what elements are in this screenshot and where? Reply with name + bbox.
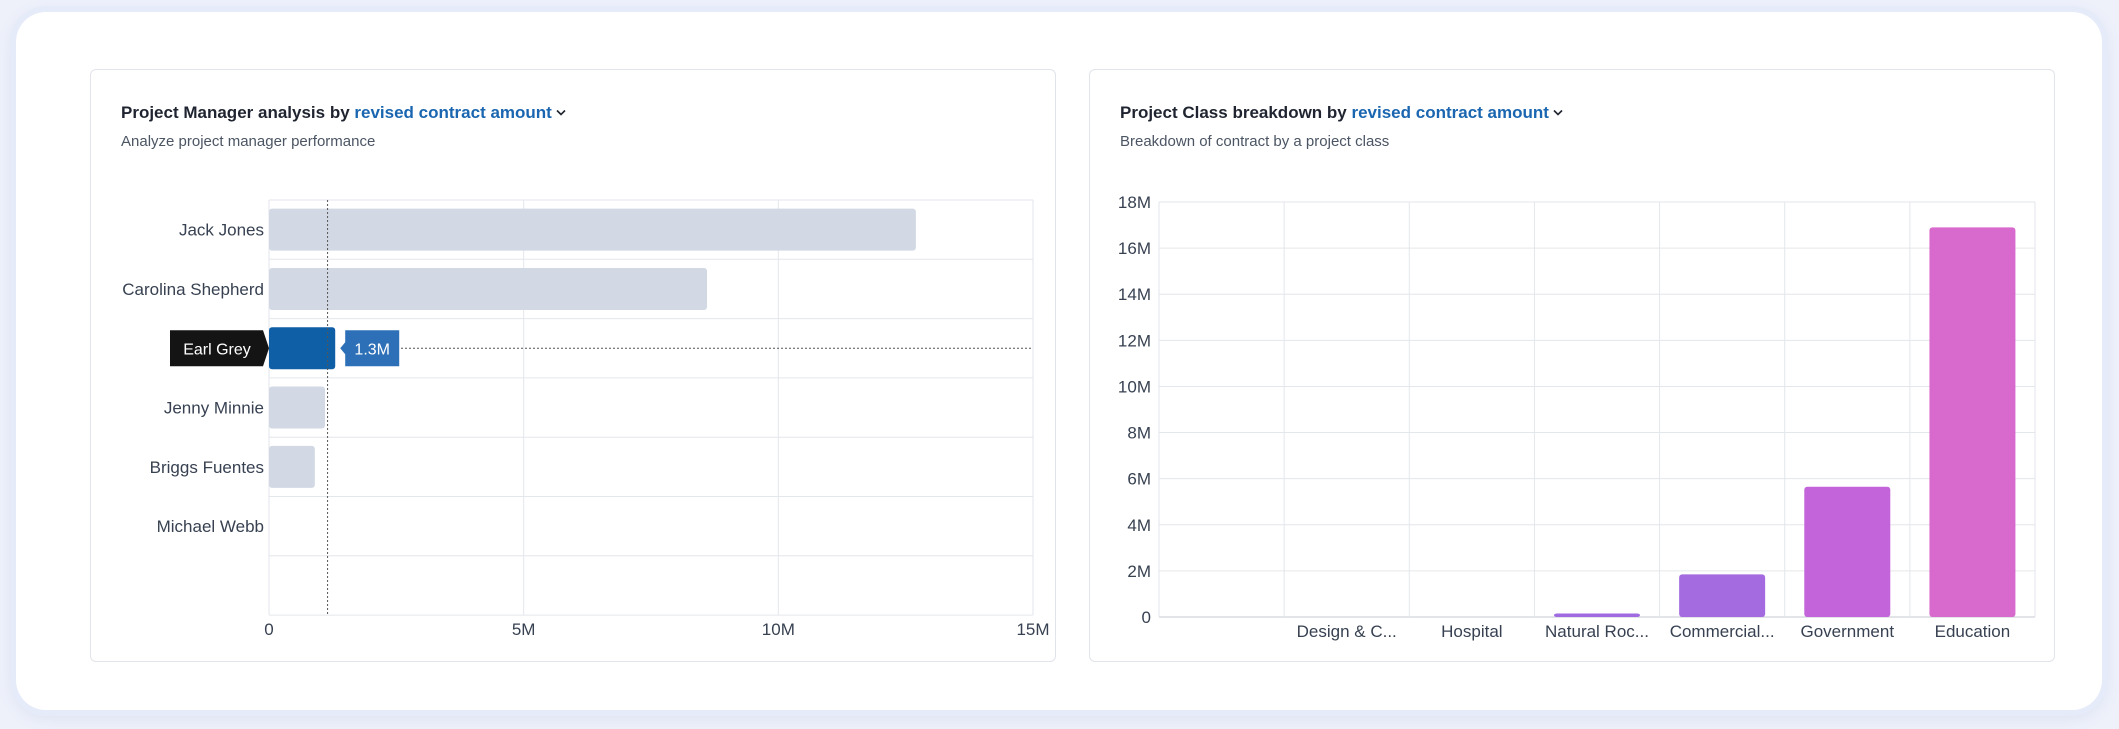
category-label: Jack Jones <box>179 221 264 240</box>
y-tick-label: 12M <box>1118 331 1151 350</box>
category-tooltip-label: Earl Grey <box>183 341 251 358</box>
category-label: Michael Webb <box>157 517 264 536</box>
y-tick-label: 6M <box>1127 470 1151 489</box>
category-label: Jenny Minnie <box>164 399 264 418</box>
project-class-bar-chart: 0 2M 4M 6M 8M 10M 12M 14M 16M 18M Design & C... Hos… <box>1118 193 2036 641</box>
category-label: Briggs Fuentes <box>150 458 264 477</box>
y-tick-label: 18M <box>1118 193 1151 212</box>
x-tick-label: 15M <box>1016 620 1049 639</box>
category-label: Carolina Shepherd <box>122 280 264 299</box>
dashboard-panel: Project Manager analysis by revised cont… <box>16 12 2102 710</box>
value-tooltip-label: 1.3M <box>354 341 390 358</box>
x-tick-label: Design & C... <box>1297 622 1397 641</box>
x-tick-label: Government <box>1801 622 1895 641</box>
bar <box>1929 227 2016 617</box>
y-tick-label: 8M <box>1127 424 1151 443</box>
bar <box>269 267 708 310</box>
y-tick-label: 14M <box>1118 285 1151 304</box>
y-tick-label: 16M <box>1118 239 1151 258</box>
project-class-card: Project Class breakdown by revised contr… <box>1089 69 2055 662</box>
x-tick-label: 0 <box>264 620 273 639</box>
project-manager-bar-chart: Jack Jones Carolina Shepherd Jenny Minnie B… <box>122 199 1050 639</box>
bar <box>269 208 916 251</box>
bar <box>269 386 326 429</box>
x-tick-label: Natural Roc... <box>1545 622 1649 641</box>
x-tick-label: Education <box>1935 622 2011 641</box>
bar <box>1679 574 1766 617</box>
y-tick-label: 4M <box>1127 516 1151 535</box>
bar <box>1554 613 1640 617</box>
bar <box>1804 486 1891 617</box>
y-tick-label: 2M <box>1127 562 1151 581</box>
x-tick-label: 10M <box>762 620 795 639</box>
x-tick-label: Hospital <box>1441 622 1502 641</box>
bar <box>269 327 336 370</box>
project-manager-card: Project Manager analysis by revised cont… <box>90 69 1056 662</box>
y-tick-label: 0 <box>1142 608 1151 627</box>
x-tick-label: 5M <box>512 620 536 639</box>
x-tick-label: Commercial... <box>1670 622 1775 641</box>
bar <box>269 445 315 488</box>
y-tick-label: 10M <box>1118 377 1151 396</box>
